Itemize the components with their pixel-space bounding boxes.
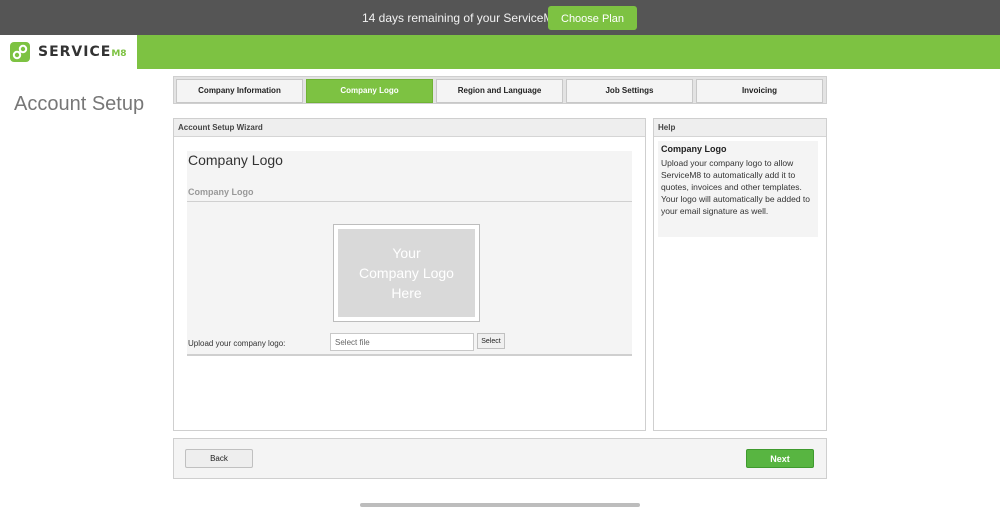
placeholder-line: Here <box>391 285 422 301</box>
trial-banner: 14 days remaining of your ServiceM8 tria… <box>0 0 1000 35</box>
tab-company-information[interactable]: Company Information <box>176 79 303 103</box>
logo-wordmark: SERVICE <box>38 44 112 60</box>
divider <box>187 201 632 202</box>
logo[interactable]: SERVICEM8 <box>0 35 137 69</box>
wizard-panel-title: Account Setup Wizard <box>174 119 645 137</box>
scroll-indicator <box>360 503 640 507</box>
app-header: SERVICEM8 <box>0 35 1000 69</box>
choose-plan-button[interactable]: Choose Plan <box>548 6 637 30</box>
company-logo-form: Company Logo Company Logo Your Company L… <box>187 151 632 355</box>
subsection-title: Company Logo <box>188 187 254 197</box>
wizard-footer: Back Next <box>173 438 827 479</box>
servicem8-logo-icon <box>10 42 30 62</box>
help-text: Upload your company logo to allow Servic… <box>661 158 811 216</box>
help-panel: Help Company Logo Upload your company lo… <box>653 118 827 431</box>
select-file-button[interactable]: Select <box>477 333 505 349</box>
tab-region-and-language[interactable]: Region and Language <box>436 79 563 103</box>
placeholder-line: Your <box>392 245 421 261</box>
logo-preview: Your Company Logo Here <box>333 224 480 322</box>
file-input[interactable] <box>330 333 474 351</box>
form-bottom-divider <box>187 354 632 356</box>
tab-job-settings[interactable]: Job Settings <box>566 79 693 103</box>
tab-invoicing[interactable]: Invoicing <box>696 79 823 103</box>
account-setup-wizard-panel: Account Setup Wizard Company Logo Compan… <box>173 118 646 431</box>
logo-suffix: M8 <box>111 49 127 59</box>
help-panel-title: Help <box>654 119 826 137</box>
logo-placeholder: Your Company Logo Here <box>338 229 475 317</box>
section-title: Company Logo <box>188 152 283 168</box>
next-button[interactable]: Next <box>746 449 814 468</box>
back-button[interactable]: Back <box>185 449 253 468</box>
help-title: Company Logo <box>661 144 727 154</box>
upload-label: Upload your company logo: <box>188 339 286 348</box>
tab-company-logo[interactable]: Company Logo <box>306 79 433 103</box>
logo-text: SERVICEM8 <box>38 44 127 60</box>
help-content: Company Logo Upload your company logo to… <box>658 141 818 237</box>
placeholder-line: Company Logo <box>359 265 454 281</box>
page-title: Account Setup <box>14 93 145 115</box>
setup-tabs: Company Information Company Logo Region … <box>173 76 827 104</box>
